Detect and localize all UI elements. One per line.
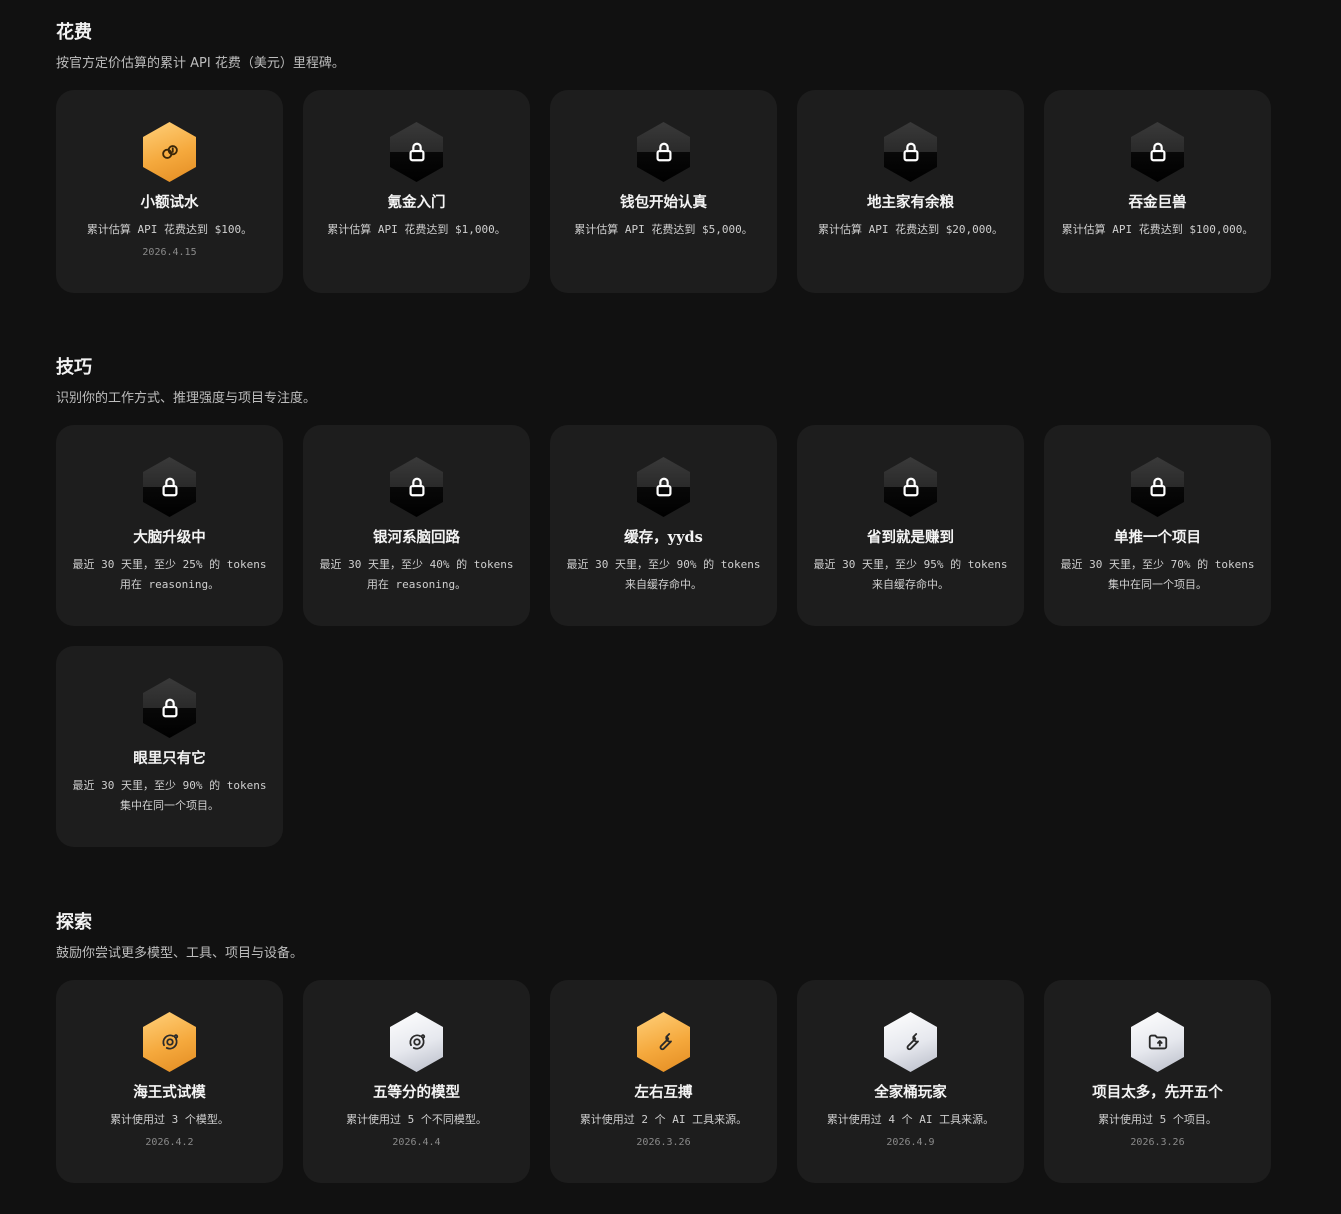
badge-hexagon <box>143 122 196 182</box>
badge-hexagon <box>390 122 443 182</box>
badge-description: 累计使用过 5 个不同模型。 <box>346 1113 487 1126</box>
badge-hexagon <box>884 1012 937 1072</box>
badge-title: 银河系脑回路 <box>373 529 460 546</box>
badge-card[interactable]: 眼里只有它最近 30 天里，至少 90% 的 tokens 集中在同一个项目。 <box>56 646 283 847</box>
badge-card[interactable]: 单推一个项目最近 30 天里，至少 70% 的 tokens 集中在同一个项目。 <box>1044 425 1271 626</box>
badge-title: 钱包开始认真 <box>620 194 707 211</box>
orbit-icon <box>159 1031 181 1053</box>
badge-title: 省到就是赚到 <box>867 529 954 546</box>
badge-hexagon <box>390 1012 443 1072</box>
badge-hexagon <box>1131 1012 1184 1072</box>
badge-hexagon <box>637 122 690 182</box>
badge-unlock-date: 2026.4.4 <box>392 1137 441 1148</box>
badge-card[interactable]: 钱包开始认真累计估算 API 花费达到 $5,000。 <box>550 90 777 293</box>
badge-card[interactable]: 大脑升级中最近 30 天里，至少 25% 的 tokens 用在 reasoni… <box>56 425 283 626</box>
orbit-icon <box>406 1031 428 1053</box>
lock-icon <box>159 476 181 498</box>
section-title: 花费 <box>56 22 92 43</box>
section-skills: 技巧 识别你的工作方式、推理强度与项目专注度。 大脑升级中最近 30 天里，至少… <box>56 355 1286 847</box>
badge-card[interactable]: 左右互搏累计使用过 2 个 AI 工具来源。 2026.3.26 <box>550 980 777 1183</box>
badge-description: 累计估算 API 花费达到 $100。 <box>86 223 253 236</box>
badge-unlock-date: 2026.3.26 <box>636 1137 691 1148</box>
lock-icon <box>900 141 922 163</box>
badge-description: 最近 30 天里，至少 40% 的 tokens 用在 reasoning。 <box>319 558 514 591</box>
badge-description: 最近 30 天里，至少 90% 的 tokens 来自缓存命中。 <box>566 558 761 591</box>
badge-title: 项目太多，先开五个 <box>1092 1084 1223 1101</box>
achievements-page: 花费 按官方定价估算的累计 API 花费（美元）里程碑。 小额试水累计估算 AP… <box>0 0 1341 1214</box>
badge-description: 累计使用过 4 个 AI 工具来源。 <box>826 1113 995 1126</box>
badge-hexagon <box>390 457 443 517</box>
badge-card[interactable]: 小额试水累计估算 API 花费达到 $100。 2026.4.15 <box>56 90 283 293</box>
lock-icon <box>1147 141 1169 163</box>
badge-card[interactable]: 省到就是赚到最近 30 天里，至少 95% 的 tokens 来自缓存命中。 <box>797 425 1024 626</box>
badge-unlock-date: 2026.4.2 <box>145 1137 194 1148</box>
section-title: 探索 <box>56 912 92 933</box>
badge-title: 缓存，yyds <box>624 529 703 546</box>
badge-title: 单推一个项目 <box>1114 529 1201 546</box>
badge-hexagon <box>637 457 690 517</box>
badge-title: 眼里只有它 <box>133 750 206 767</box>
lock-icon <box>406 141 428 163</box>
badge-title: 地主家有余粮 <box>867 194 954 211</box>
badge-description: 累计估算 API 花费达到 $100,000。 <box>1061 223 1254 236</box>
badge-card[interactable]: 缓存，yyds 最近 30 天里，至少 90% 的 tokens 来自缓存命中。 <box>550 425 777 626</box>
lock-icon <box>406 476 428 498</box>
badge-card[interactable]: 全家桶玩家累计使用过 4 个 AI 工具来源。 2026.4.9 <box>797 980 1024 1183</box>
badge-card[interactable]: 氪金入门累计估算 API 花费达到 $1,000。 <box>303 90 530 293</box>
badge-unlock-date: 2026.3.26 <box>1130 1137 1185 1148</box>
badge-title: 海王式试模 <box>133 1084 206 1101</box>
coins-icon <box>159 141 181 163</box>
badge-card[interactable]: 吞金巨兽累计估算 API 花费达到 $100,000。 <box>1044 90 1271 293</box>
badge-hexagon <box>143 457 196 517</box>
badge-description: 最近 30 天里，至少 95% 的 tokens 来自缓存命中。 <box>813 558 1008 591</box>
badge-title: 小额试水 <box>140 194 199 211</box>
badge-hexagon <box>1131 122 1184 182</box>
section-description: 鼓励你尝试更多模型、工具、项目与设备。 <box>56 946 304 961</box>
badge-card[interactable]: 银河系脑回路最近 30 天里，至少 40% 的 tokens 用在 reason… <box>303 425 530 626</box>
badge-description: 累计使用过 3 个模型。 <box>110 1113 229 1126</box>
lock-icon <box>653 141 675 163</box>
badge-card[interactable]: 地主家有余粮累计估算 API 花费达到 $20,000。 <box>797 90 1024 293</box>
badge-hexagon <box>143 678 196 738</box>
badge-title: 左右互搏 <box>634 1084 693 1101</box>
badge-description: 最近 30 天里，至少 90% 的 tokens 集中在同一个项目。 <box>72 779 267 812</box>
section-spending: 花费 按官方定价估算的累计 API 花费（美元）里程碑。 小额试水累计估算 AP… <box>56 20 1286 293</box>
badge-title: 吞金巨兽 <box>1128 194 1187 211</box>
badge-description: 累计估算 API 花费达到 $20,000。 <box>817 223 1004 236</box>
badge-hexagon <box>637 1012 690 1072</box>
badge-description: 累计使用过 5 个项目。 <box>1098 1113 1217 1126</box>
badge-hexagon <box>143 1012 196 1072</box>
badge-description: 累计使用过 2 个 AI 工具来源。 <box>579 1113 748 1126</box>
badge-unlock-date: 2026.4.15 <box>142 247 197 258</box>
badge-hexagon <box>884 122 937 182</box>
lock-icon <box>1147 476 1169 498</box>
badge-description: 最近 30 天里，至少 70% 的 tokens 集中在同一个项目。 <box>1060 558 1255 591</box>
badge-title: 大脑升级中 <box>133 529 206 546</box>
folder-icon <box>1147 1031 1169 1053</box>
badge-title: 全家桶玩家 <box>874 1084 947 1101</box>
section-explore: 探索 鼓励你尝试更多模型、工具、项目与设备。 海王式试模累计使用过 3 个模型。… <box>56 910 1286 1183</box>
wrench-icon <box>653 1031 675 1053</box>
section-title: 技巧 <box>56 357 92 378</box>
section-description: 识别你的工作方式、推理强度与项目专注度。 <box>56 391 317 406</box>
badge-description: 累计估算 API 花费达到 $5,000。 <box>574 223 753 236</box>
badge-card[interactable]: 五等分的模型累计使用过 5 个不同模型。 2026.4.4 <box>303 980 530 1183</box>
wrench-icon <box>900 1031 922 1053</box>
badge-card[interactable]: 项目太多，先开五个累计使用过 5 个项目。 2026.3.26 <box>1044 980 1271 1183</box>
lock-icon <box>159 697 181 719</box>
badge-description: 累计估算 API 花费达到 $1,000。 <box>327 223 506 236</box>
badge-card[interactable]: 海王式试模累计使用过 3 个模型。 2026.4.2 <box>56 980 283 1183</box>
badge-unlock-date: 2026.4.9 <box>886 1137 935 1148</box>
section-description: 按官方定价估算的累计 API 花费（美元）里程碑。 <box>56 56 345 71</box>
lock-icon <box>900 476 922 498</box>
badge-hexagon <box>884 457 937 517</box>
badge-title: 氪金入门 <box>387 194 446 211</box>
badge-title: 五等分的模型 <box>373 1084 460 1101</box>
lock-icon <box>653 476 675 498</box>
badge-description: 最近 30 天里，至少 25% 的 tokens 用在 reasoning。 <box>72 558 267 591</box>
badge-hexagon <box>1131 457 1184 517</box>
